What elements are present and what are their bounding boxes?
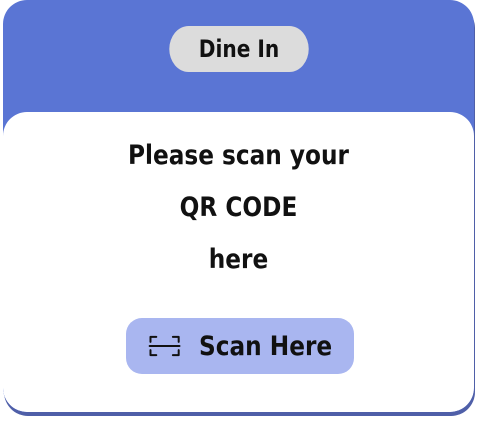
dine-in-card: Dine In Please scan your QR CODE here Sc… xyxy=(3,0,474,412)
instruction-line-1: Please scan your xyxy=(128,140,349,171)
scan-here-button[interactable]: Scan Here xyxy=(126,318,354,374)
scan-panel: Please scan your QR CODE here Scan Here xyxy=(3,112,474,412)
qr-scan-icon xyxy=(148,335,181,357)
instruction-line-2: QR CODE xyxy=(179,192,298,223)
dine-in-badge[interactable]: Dine In xyxy=(169,26,309,72)
instruction-line-3: here xyxy=(208,244,269,275)
scan-instructions: Please scan your QR CODE here xyxy=(3,130,474,286)
scan-here-label: Scan Here xyxy=(199,330,333,362)
